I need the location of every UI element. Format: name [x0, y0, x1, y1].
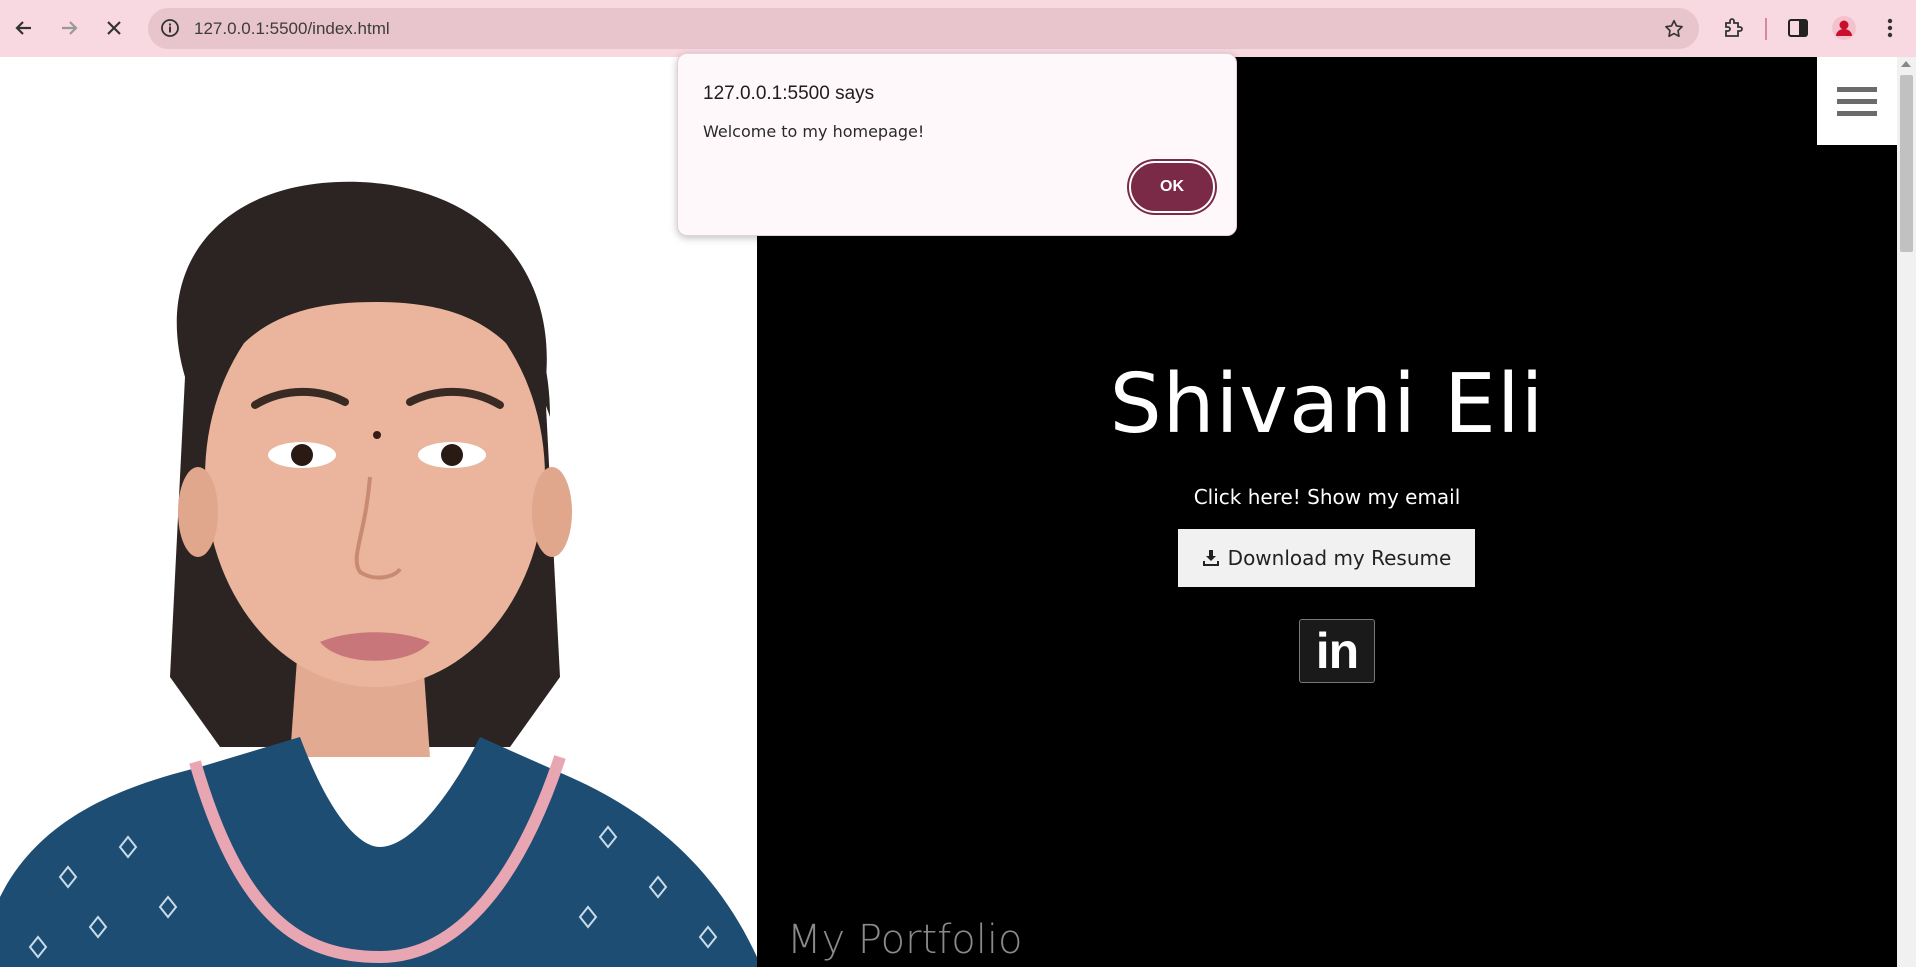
site-info-button[interactable]: [156, 14, 184, 42]
profile-avatar-icon: [1832, 16, 1856, 40]
dialog-ok-button[interactable]: OK: [1129, 161, 1215, 213]
hero-name: Shivani Eli: [1109, 357, 1545, 452]
linkedin-icon: in: [1315, 623, 1359, 679]
download-resume-label: Download my Resume: [1227, 546, 1452, 570]
stop-loading-button[interactable]: [96, 10, 132, 46]
dialog-title: 127.0.0.1:5500 says: [703, 83, 875, 104]
address-bar[interactable]: 127.0.0.1:5500/index.html: [148, 8, 1699, 49]
toolbar-separator: [1765, 18, 1767, 40]
star-icon: [1665, 19, 1683, 38]
portfolio-section-title: My Portfolio: [787, 917, 1023, 963]
profile-photo: [0, 57, 757, 967]
browser-menu-button[interactable]: [1872, 10, 1908, 46]
dialog-message: Welcome to my homepage!: [703, 122, 925, 141]
browser-toolbar: 127.0.0.1:5500/index.html: [0, 0, 1916, 57]
url-text[interactable]: 127.0.0.1:5500/index.html: [194, 8, 390, 49]
download-icon: [1202, 550, 1219, 566]
page-scrollbar[interactable]: [1897, 57, 1916, 967]
close-icon: [107, 21, 121, 35]
hamburger-menu-icon: [1837, 86, 1877, 92]
scroll-up-arrow-icon[interactable]: [1901, 61, 1911, 67]
hamburger-menu-button[interactable]: [1817, 57, 1897, 145]
extensions-button[interactable]: [1715, 10, 1751, 46]
download-resume-button[interactable]: Download my Resume: [1178, 529, 1475, 587]
forward-button[interactable]: [51, 10, 87, 46]
alert-dialog: 127.0.0.1:5500 says Welcome to my homepa…: [677, 53, 1237, 236]
back-arrow-icon: [15, 21, 31, 35]
forward-arrow-icon: [62, 21, 78, 35]
back-button[interactable]: [6, 10, 42, 46]
side-panel-icon: [1788, 19, 1808, 37]
puzzle-icon: [1725, 18, 1743, 37]
side-panel-button[interactable]: [1780, 10, 1816, 46]
info-icon: [161, 19, 179, 37]
profile-button[interactable]: [1826, 10, 1862, 46]
linkedin-link[interactable]: in: [1299, 619, 1375, 683]
portrait-illustration: [0, 181, 757, 967]
bookmark-button[interactable]: [1659, 14, 1689, 44]
show-email-link[interactable]: Click here! Show my email: [757, 485, 1897, 509]
kebab-menu-icon: [1887, 18, 1893, 38]
scrollbar-thumb[interactable]: [1900, 75, 1913, 252]
